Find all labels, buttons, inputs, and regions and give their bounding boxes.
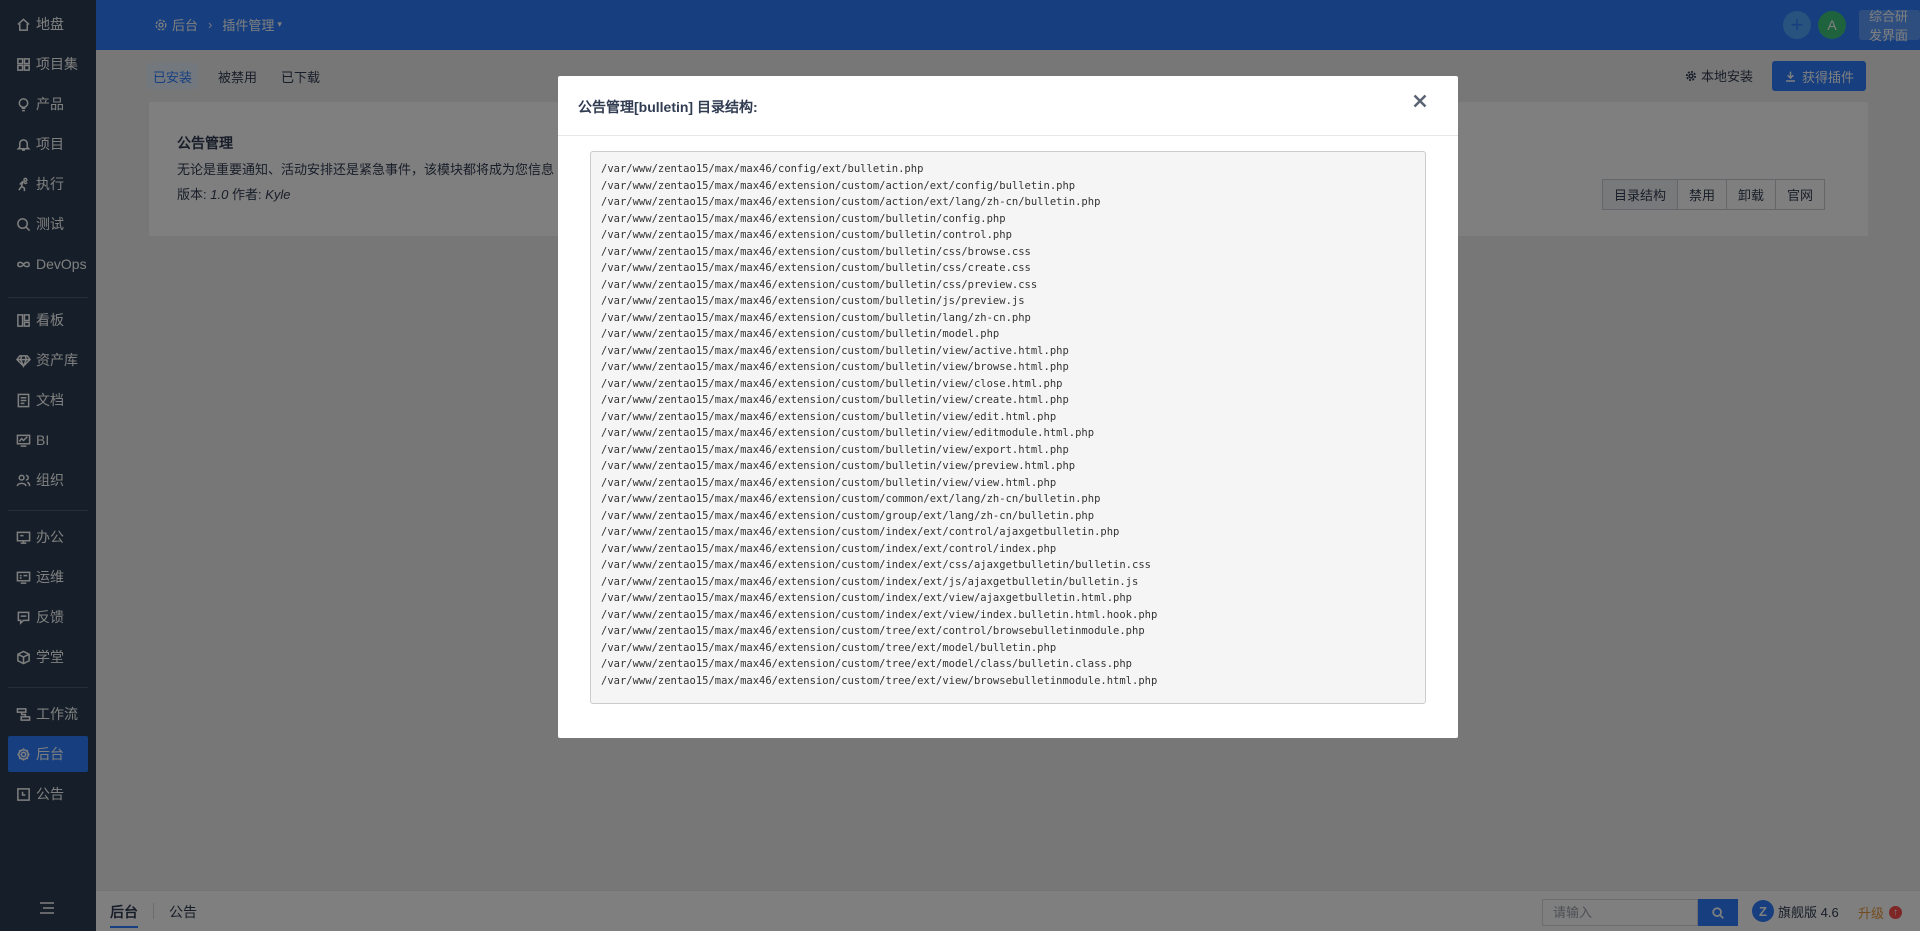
file-path: /var/www/zentao15/max/max46/extension/cu… — [601, 229, 1012, 241]
file-path: /var/www/zentao15/max/max46/extension/cu… — [601, 262, 1031, 274]
file-path: /var/www/zentao15/max/max46/extension/cu… — [601, 295, 1025, 307]
close-icon — [1413, 94, 1427, 108]
file-path: /var/www/zentao15/max/max46/config/ext/b… — [601, 163, 924, 175]
file-path: /var/www/zentao15/max/max46/extension/cu… — [601, 278, 1038, 291]
file-path: /var/www/zentao15/max/max46/extension/cu… — [601, 410, 1057, 423]
directory-listing: /var/www/zentao15/max/max46/config/ext/b… — [590, 151, 1426, 704]
modal-divider — [558, 135, 1458, 136]
file-path: /var/www/zentao15/max/max46/extension/cu… — [601, 625, 1145, 637]
file-path: /var/www/zentao15/max/max46/extension/cu… — [601, 674, 1158, 687]
file-path: /var/www/zentao15/max/max46/extension/cu… — [601, 608, 1158, 621]
file-path: /var/www/zentao15/max/max46/extension/cu… — [601, 592, 1133, 604]
file-path: /var/www/zentao15/max/max46/extension/cu… — [601, 542, 1057, 555]
file-path: /var/www/zentao15/max/max46/extension/cu… — [601, 427, 1095, 439]
file-path: /var/www/zentao15/max/max46/extension/cu… — [601, 179, 1076, 192]
file-path: /var/www/zentao15/max/max46/extension/cu… — [601, 641, 1057, 654]
directory-structure-modal: 公告管理[bulletin] 目录结构: /var/www/zentao15/m… — [558, 76, 1458, 738]
file-path: /var/www/zentao15/max/max46/extension/cu… — [601, 328, 1000, 340]
file-path: /var/www/zentao15/max/max46/extension/cu… — [601, 509, 1095, 522]
file-path: /var/www/zentao15/max/max46/extension/cu… — [601, 443, 1069, 456]
file-path: /var/www/zentao15/max/max46/extension/cu… — [601, 658, 1133, 670]
file-path: /var/www/zentao15/max/max46/extension/cu… — [601, 212, 1006, 225]
file-path: /var/www/zentao15/max/max46/extension/cu… — [601, 476, 1057, 489]
file-path: /var/www/zentao15/max/max46/extension/cu… — [601, 394, 1069, 406]
file-path: /var/www/zentao15/max/max46/extension/cu… — [601, 361, 1069, 373]
file-path: /var/www/zentao15/max/max46/extension/cu… — [601, 460, 1076, 472]
file-path: /var/www/zentao15/max/max46/extension/cu… — [601, 559, 1151, 571]
file-path: /var/www/zentao15/max/max46/extension/cu… — [601, 311, 1031, 324]
file-path: /var/www/zentao15/max/max46/extension/cu… — [601, 493, 1101, 505]
file-path: /var/www/zentao15/max/max46/extension/cu… — [601, 344, 1069, 357]
file-path: /var/www/zentao15/max/max46/extension/cu… — [601, 575, 1139, 588]
modal-title: 公告管理[bulletin] 目录结构: — [578, 99, 758, 115]
file-list: /var/www/zentao15/max/max46/config/ext/b… — [601, 161, 1415, 689]
file-path: /var/www/zentao15/max/max46/extension/cu… — [601, 245, 1031, 258]
close-button[interactable] — [1408, 89, 1432, 113]
file-path: /var/www/zentao15/max/max46/extension/cu… — [601, 377, 1063, 390]
file-path: /var/www/zentao15/max/max46/extension/cu… — [601, 526, 1120, 538]
file-path: /var/www/zentao15/max/max46/extension/cu… — [601, 196, 1101, 208]
